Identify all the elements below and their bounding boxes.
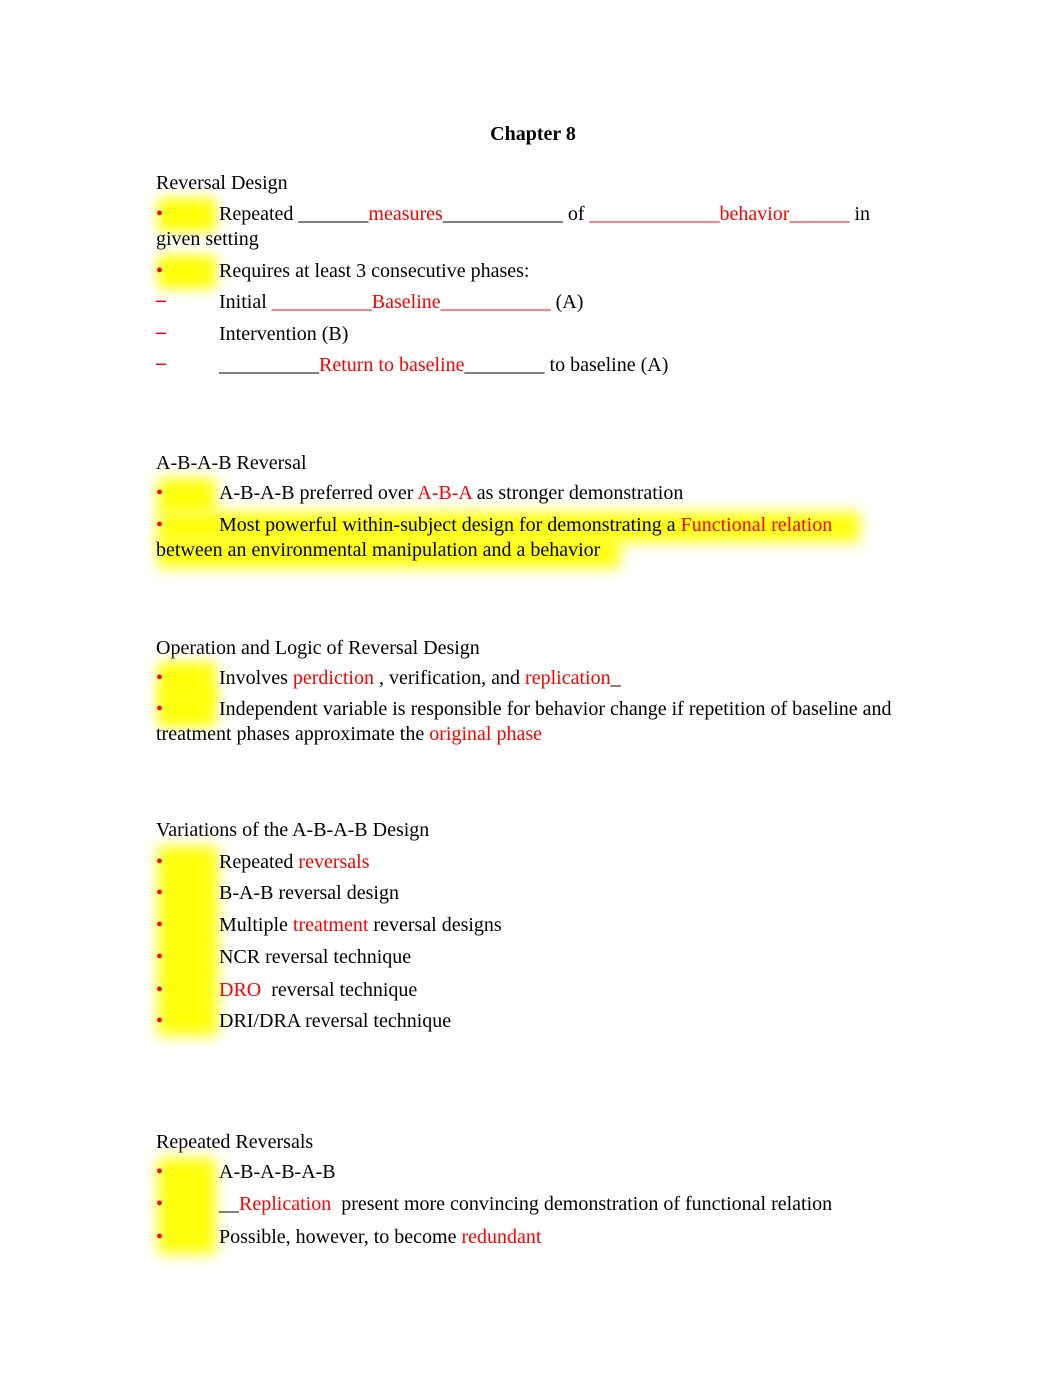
list-item-text: DRO reversal technique [219,979,418,1001]
answer-prediction: perdiction [292,667,374,689]
list-item-text: Most powerful within-subject design for … [156,514,833,561]
answer-measures: measures [368,203,443,225]
answer-replication: replication [525,667,611,689]
answer-reversals: reversals [298,851,370,873]
list-item-text: A-B-A-B-A-B [219,1161,336,1183]
section-heading-variations: Variations of the A-B-A-B Design [156,819,430,841]
list-item-text: Possible, however, to become redundant [219,1226,542,1248]
list-item-text: Repeated reversals [219,851,370,873]
list-item-text: Involves perdiction , verification, and … [219,667,621,689]
list-item: • Possible, however, to become redundant [156,1225,901,1250]
list-item-text: DRI/DRA reversal technique [219,1010,452,1032]
list-item: • Requires at least 3 consecutive phases… [156,255,901,289]
list-item-text: Initial __________Baseline___________ (A… [219,291,584,313]
answer-baseline: Baseline [371,291,441,313]
list-item-text: A-B-A-B preferred over A-B-A as stronger… [219,482,684,504]
answer-behavior: behavior [719,203,790,225]
answer-replication-2: Replication [239,1193,332,1215]
list-item: • B-A-B reversal design [156,881,901,906]
answer-dro: DRO [219,979,262,1001]
answer-redundant: redundant [461,1226,542,1248]
list-item: • A-B-A-B-A-B [156,1160,901,1185]
list-item: • A-B-A-B preferred over A-B-A as strong… [156,481,901,506]
section-heading-reversal-design: Reversal Design [156,172,288,194]
answer-aba: A-B-A [417,482,472,504]
list-item: • DRI/DRA reversal technique [156,1009,901,1034]
list-item: • Independent variable is responsible fo… [156,693,901,747]
list-item-text: Intervention (B) [219,323,349,345]
answer-treatment: treatment [292,914,369,936]
list-item-text: __________Return to baseline________ to … [219,354,669,376]
list-item: • Multiple treatment reversal designs [156,913,901,938]
list-item: • NCR reversal technique [156,945,901,970]
section-heading-abab-reversal: A-B-A-B Reversal [156,452,307,474]
list-item: – Initial __________Baseline___________ … [156,289,901,315]
chapter-title: Chapter 8 [490,123,576,145]
list-item: • Most powerful within-subject design fo… [156,513,901,563]
list-item: – __________Return to baseline________ t… [156,352,901,378]
list-item: • Repeated _______measures____________ o… [156,198,901,252]
answer-original-phase: original phase [429,723,542,745]
section-heading-repeated-reversals: Repeated Reversals [156,1131,314,1153]
list-item-text: B-A-B reversal design [219,882,399,904]
list-item-text: Requires at least 3 consecutive phases: [219,260,530,282]
list-item: • DRO reversal technique [156,978,901,1003]
list-item: • Repeated reversals [156,850,901,875]
list-item-text: Independent variable is responsible for … [156,698,892,745]
list-item-text: __Replication present more convincing de… [219,1193,833,1215]
answer-functional-relation: Functional relation [680,514,833,536]
section-heading-operation-logic: Operation and Logic of Reversal Design [156,637,480,659]
list-item-text: Multiple treatment reversal designs [219,914,502,936]
list-item: • Involves perdiction , verification, an… [156,662,901,702]
list-item: • __Replication present more convincing … [156,1192,901,1217]
list-item-text: Repeated _______measures____________ of … [156,203,871,250]
list-item: – Intervention (B) [156,321,901,347]
list-item-text: NCR reversal technique [219,946,412,968]
answer-return-to-baseline: Return to baseline [319,354,465,376]
